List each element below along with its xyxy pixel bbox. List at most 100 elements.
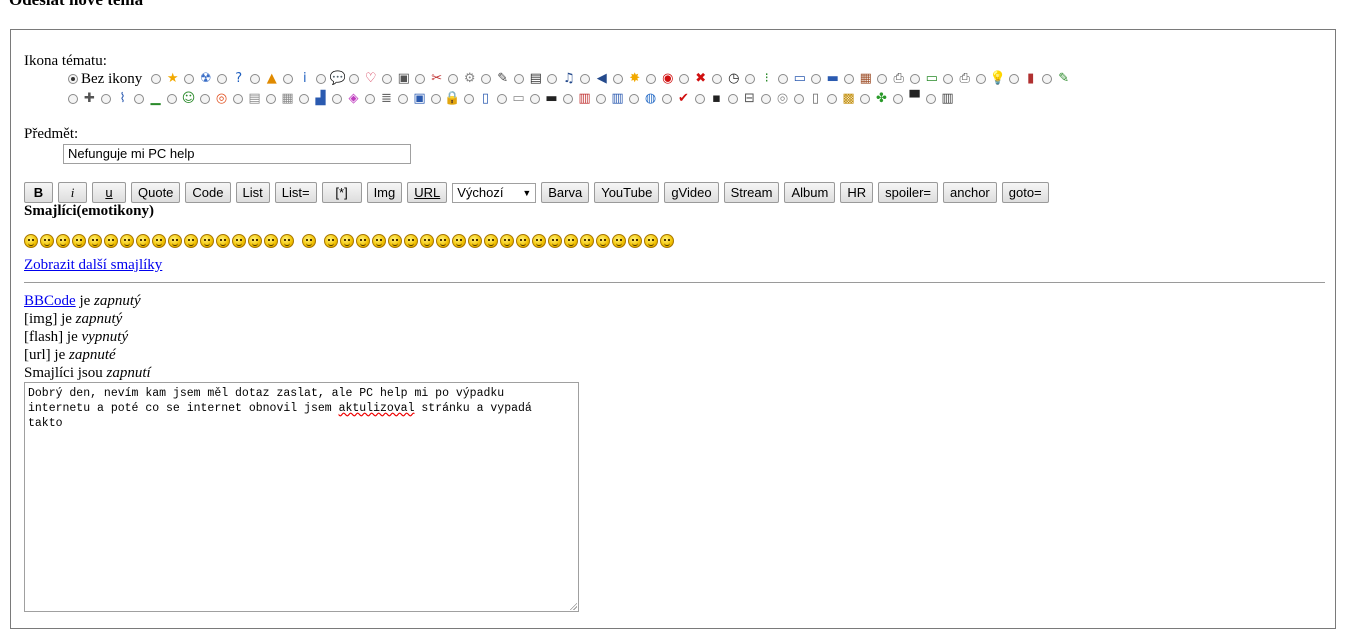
- smiley-icon[interactable]: [356, 234, 370, 248]
- topic-icon-radio[interactable]: [398, 94, 408, 104]
- topic-icon-option[interactable]: ✖: [679, 71, 709, 87]
- smiley-icon[interactable]: [184, 234, 198, 248]
- topic-icon-radio[interactable]: [943, 74, 954, 84]
- topic-icon-option[interactable]: ⊟: [728, 91, 758, 107]
- topic-icon-radio[interactable]: [794, 94, 804, 104]
- topic-icon-option[interactable]: ▭: [778, 71, 808, 87]
- topic-icon-option[interactable]: ◎: [200, 91, 230, 107]
- topic-icon-radio[interactable]: [877, 74, 888, 84]
- topic-icon-radio[interactable]: [629, 94, 639, 104]
- topic-icon-radio[interactable]: [299, 94, 309, 104]
- ordered-list-button[interactable]: List=: [274, 182, 317, 203]
- smiley-icon[interactable]: [340, 234, 354, 248]
- topic-icon-radio[interactable]: [926, 94, 936, 104]
- topic-icon-radio[interactable]: [893, 94, 903, 104]
- topic-icon-radio-none[interactable]: [68, 74, 78, 84]
- italic-button[interactable]: i: [58, 182, 87, 203]
- topic-icon-radio[interactable]: [1042, 74, 1053, 84]
- smiley-icon[interactable]: [500, 234, 514, 248]
- smiley-icon[interactable]: [264, 234, 278, 248]
- smiley-icon[interactable]: [612, 234, 626, 248]
- topic-icon-option[interactable]: ▤: [233, 91, 263, 107]
- topic-icon-radio[interactable]: [514, 74, 525, 84]
- topic-icon-option[interactable]: ▭: [497, 91, 527, 107]
- smiley-icon[interactable]: [532, 234, 546, 248]
- topic-icon-option[interactable]: ▪: [695, 91, 725, 107]
- topic-icon-radio[interactable]: [415, 74, 426, 84]
- topic-icon-radio[interactable]: [250, 74, 261, 84]
- smiley-icon[interactable]: [548, 234, 562, 248]
- smiley-icon[interactable]: [644, 234, 658, 248]
- topic-icon-radio[interactable]: [827, 94, 837, 104]
- topic-icon-radio[interactable]: [976, 74, 987, 84]
- smiley-icon[interactable]: [248, 234, 262, 248]
- topic-icon-radio[interactable]: [596, 94, 606, 104]
- message-textarea[interactable]: Dobrý den, nevím kam jsem měl dotaz zasl…: [24, 382, 579, 612]
- topic-icon-radio[interactable]: [1009, 74, 1020, 84]
- smiley-icon[interactable]: [660, 234, 674, 248]
- hr-button[interactable]: HR: [840, 182, 874, 203]
- color-button[interactable]: Barva: [541, 182, 590, 203]
- topic-icon-radio[interactable]: [481, 74, 492, 84]
- topic-icon-option-none[interactable]: Bez ikony: [68, 71, 148, 88]
- topic-icon-radio[interactable]: [217, 74, 228, 84]
- topic-icon-radio[interactable]: [745, 74, 756, 84]
- topic-icon-radio[interactable]: [547, 74, 558, 84]
- smiley-icon[interactable]: [200, 234, 214, 248]
- topic-icon-option[interactable]: ▲: [250, 71, 280, 87]
- topic-icon-radio[interactable]: [349, 74, 360, 84]
- img-button[interactable]: Img: [366, 182, 403, 203]
- smiley-icon[interactable]: [516, 234, 530, 248]
- subject-input[interactable]: Nefunguje mi PC help: [63, 144, 411, 164]
- topic-icon-option[interactable]: ◈: [332, 91, 362, 107]
- topic-icon-option[interactable]: ◉: [646, 71, 676, 87]
- topic-icon-radio[interactable]: [283, 74, 294, 84]
- topic-icon-radio[interactable]: [646, 74, 657, 84]
- smiley-icon[interactable]: [40, 234, 54, 248]
- spoiler-button[interactable]: spoiler=: [878, 182, 938, 203]
- smiley-icon[interactable]: [388, 234, 402, 248]
- topic-icon-option[interactable]: ▯: [464, 91, 494, 107]
- smiley-icon[interactable]: [596, 234, 610, 248]
- topic-icon-option[interactable]: ▦: [266, 91, 296, 107]
- smiley-icon[interactable]: [280, 234, 294, 248]
- smiley-icon[interactable]: [436, 234, 450, 248]
- topic-icon-radio[interactable]: [365, 94, 375, 104]
- topic-icon-option[interactable]: i: [283, 71, 313, 87]
- topic-icon-radio[interactable]: [68, 94, 78, 104]
- topic-icon-option[interactable]: ▥: [563, 91, 593, 107]
- smiley-icon[interactable]: [628, 234, 642, 248]
- topic-icon-radio[interactable]: [464, 94, 474, 104]
- anchor-button[interactable]: anchor: [943, 182, 997, 203]
- topic-icon-option[interactable]: ▭: [910, 71, 940, 87]
- topic-icon-option[interactable]: ▣: [382, 71, 412, 87]
- topic-icon-option[interactable]: 💬: [316, 71, 346, 87]
- topic-icon-radio[interactable]: [761, 94, 771, 104]
- bbcode-link[interactable]: BBCode: [24, 293, 76, 309]
- topic-icon-radio[interactable]: [811, 74, 822, 84]
- topic-icon-radio[interactable]: [910, 74, 921, 84]
- topic-icon-option[interactable]: ✂: [415, 71, 445, 87]
- topic-icon-radio[interactable]: [844, 74, 855, 84]
- more-smileys-link[interactable]: Zobrazit další smajlíky: [24, 257, 162, 274]
- smiley-icon[interactable]: [120, 234, 134, 248]
- smiley-icon[interactable]: [372, 234, 386, 248]
- topic-icon-option[interactable]: ☢: [184, 71, 214, 87]
- topic-icon-option[interactable]: ▤: [514, 71, 544, 87]
- smiley-icon[interactable]: [580, 234, 594, 248]
- smiley-icon[interactable]: [468, 234, 482, 248]
- topic-icon-radio[interactable]: [448, 74, 459, 84]
- smiley-icon[interactable]: [136, 234, 150, 248]
- topic-icon-radio[interactable]: [728, 94, 738, 104]
- topic-icon-option[interactable]: ◷: [712, 71, 742, 87]
- smiley-icon[interactable]: [168, 234, 182, 248]
- topic-icon-radio[interactable]: [266, 94, 276, 104]
- smiley-icon[interactable]: [88, 234, 102, 248]
- topic-icon-option[interactable]: ?: [217, 71, 247, 87]
- topic-icon-radio[interactable]: [167, 94, 177, 104]
- topic-icon-option[interactable]: ✸: [613, 71, 643, 87]
- topic-icon-option[interactable]: ▥: [926, 91, 956, 107]
- topic-icon-radio[interactable]: [662, 94, 672, 104]
- topic-icon-option[interactable]: ♫: [547, 71, 577, 87]
- topic-icon-option[interactable]: ✤: [860, 91, 890, 107]
